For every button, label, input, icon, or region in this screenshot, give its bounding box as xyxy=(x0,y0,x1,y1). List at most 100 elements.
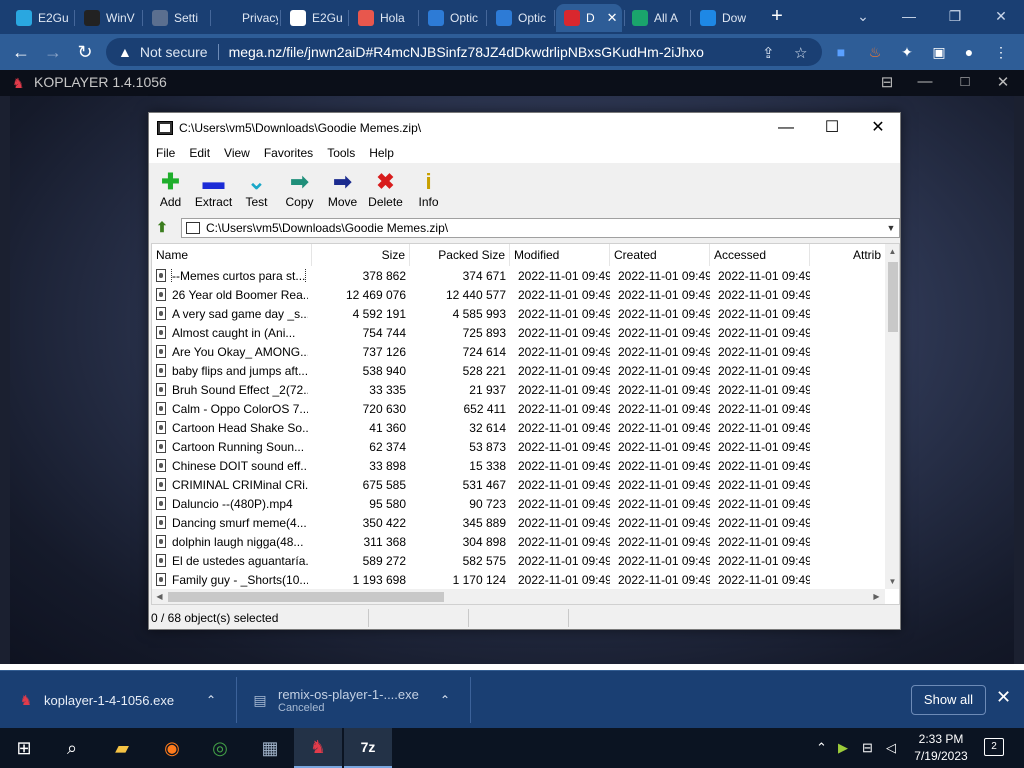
restore-button[interactable]: ❐ xyxy=(932,0,978,34)
path-combobox[interactable]: C:\Users\vm5\Downloads\Goodie Memes.zip\… xyxy=(181,218,900,238)
extension-fire-icon[interactable]: ♨ xyxy=(864,42,886,62)
network-icon[interactable]: ⊟ xyxy=(862,740,873,756)
download-item-1[interactable]: ♞ koplayer-1-4-1056.exe ⌃ xyxy=(18,679,228,721)
column-header-accessed[interactable]: Accessed xyxy=(710,244,810,266)
browser-tab[interactable]: Hola xyxy=(350,4,416,32)
tray-chevron-up-icon[interactable]: ⌃ xyxy=(816,740,827,756)
notification-center-icon[interactable]: 2 xyxy=(984,738,1004,756)
table-row[interactable]: Cartoon Head Shake So... 41 360 32 614 2022… xyxy=(152,418,885,437)
search-icon[interactable]: ⌕ xyxy=(48,728,96,768)
browser-tab[interactable]: All A xyxy=(624,4,688,32)
table-row[interactable]: Are You Okay_ AMONG... 737 126 724 614 2022… xyxy=(152,342,885,361)
7zip-close-button[interactable]: ✕ xyxy=(855,117,901,139)
column-header-name[interactable]: Name xyxy=(152,244,312,266)
show-all-button[interactable]: Show all xyxy=(911,685,986,715)
browser-tab[interactable]: Optic xyxy=(420,4,484,32)
column-header-size[interactable]: Size xyxy=(312,244,410,266)
menu-help[interactable]: Help xyxy=(362,143,401,163)
table-row[interactable]: 26 Year old Boomer Rea... 12 469 076 12 44… xyxy=(152,285,885,304)
menu-edit[interactable]: Edit xyxy=(182,143,217,163)
browser-tab[interactable]: Optic xyxy=(488,4,552,32)
move-button[interactable]: ➡ Move xyxy=(321,165,364,211)
7zip-maximize-button[interactable]: ☐ xyxy=(809,117,855,139)
scroll-right-arrow-icon[interactable]: ▶ xyxy=(869,589,884,604)
extensions-puzzle-icon[interactable]: ✦ xyxy=(896,42,918,62)
chrome-icon[interactable]: ◎ xyxy=(196,728,244,768)
vertical-scrollbar[interactable]: ▲ ▼ xyxy=(885,244,899,589)
app-window-icon[interactable]: ▦ xyxy=(246,728,294,768)
close-download-bar-icon[interactable]: ✕ xyxy=(996,687,1011,708)
table-row[interactable]: Family guy - _Shorts(10... 1 193 698 1 170… xyxy=(152,570,885,589)
browser-tab[interactable]: Dow xyxy=(692,4,756,32)
browser-tab[interactable]: D ✕ xyxy=(556,4,622,32)
emulator-menu-icon[interactable]: ⊟ xyxy=(874,73,900,91)
menu-view[interactable]: View xyxy=(217,143,257,163)
table-row[interactable]: baby flips and jumps aft... 538 940 528 22… xyxy=(152,361,885,380)
7zip-minimize-button[interactable]: — xyxy=(763,117,809,139)
delete-button[interactable]: ✖ Delete xyxy=(364,165,407,211)
table-row[interactable]: Dancing smurf meme(4... 350 422 345 889 202… xyxy=(152,513,885,532)
security-label[interactable]: Not secure xyxy=(140,44,208,60)
tab-search-icon[interactable]: ⌄ xyxy=(840,0,886,34)
chevron-down-icon[interactable]: ▼ xyxy=(883,223,899,233)
reload-button[interactable]: ↻ xyxy=(72,40,98,64)
table-row[interactable]: A very sad game day _s... 4 592 191 4 585 … xyxy=(152,304,885,323)
scroll-left-arrow-icon[interactable]: ◀ xyxy=(152,589,167,604)
extract-button[interactable]: ▬ Extract xyxy=(192,165,235,211)
extension-windows-icon[interactable]: ■ xyxy=(830,42,852,62)
minimize-button[interactable]: — xyxy=(886,0,932,34)
warning-icon[interactable]: ▲ xyxy=(118,44,132,60)
chevron-up-icon[interactable]: ⌃ xyxy=(440,693,450,707)
column-header-attrib[interactable]: Attrib xyxy=(810,244,885,266)
browser-tab[interactable]: Setti xyxy=(144,4,208,32)
emulator-maximize-button[interactable]: □ xyxy=(952,73,978,90)
menu-favorites[interactable]: Favorites xyxy=(257,143,320,163)
table-row[interactable]: dolphin laugh nigga(48... 311 368 304 898 2… xyxy=(152,532,885,551)
column-header-modified[interactable]: Modified xyxy=(510,244,610,266)
side-panel-icon[interactable]: ▣ xyxy=(928,42,950,62)
table-row[interactable]: Calm - Oppo ColorOS 7... 720 630 652 411 20… xyxy=(152,399,885,418)
forward-button[interactable]: → xyxy=(40,40,66,64)
browser-tab[interactable]: E2Gu xyxy=(282,4,346,32)
menu-file[interactable]: File xyxy=(149,143,182,163)
up-folder-icon[interactable]: ⬆ xyxy=(153,219,171,237)
menu-tools[interactable]: Tools xyxy=(320,143,362,163)
download-item-2[interactable]: ▤ remix-os-player-1-....exe Canceled ⌃ xyxy=(252,679,462,721)
chevron-up-icon[interactable]: ⌃ xyxy=(206,693,216,707)
horizontal-scrollbar[interactable]: ◀ ▶ xyxy=(152,589,885,604)
profile-avatar-icon[interactable]: ● xyxy=(958,42,980,62)
table-row[interactable]: CRIMINAL CRIMinal CRi... 675 585 531 467 20… xyxy=(152,475,885,494)
test-button[interactable]: ⌄ Test xyxy=(235,165,278,211)
firefox-icon[interactable]: ◉ xyxy=(148,728,196,768)
volume-icon[interactable]: ◁ xyxy=(886,740,896,756)
table-row[interactable]: Cartoon Running Soun... 62 374 53 873 2022-… xyxy=(152,437,885,456)
browser-tab[interactable]: E2Gu xyxy=(8,4,72,32)
scroll-up-arrow-icon[interactable]: ▲ xyxy=(885,244,899,259)
back-button[interactable]: ← xyxy=(8,40,34,64)
new-tab-button[interactable]: + xyxy=(764,5,790,29)
table-row[interactable]: Almost caught in (Ani... 754 744 725 893 20… xyxy=(152,323,885,342)
emulator-close-button[interactable]: ✕ xyxy=(990,73,1016,91)
browser-tab[interactable]: Privacy er xyxy=(212,4,278,32)
horizontal-scroll-thumb[interactable] xyxy=(168,592,444,602)
7zip-taskbar-icon[interactable]: 7z xyxy=(344,728,392,768)
tray-media-icon[interactable]: ▶ xyxy=(838,740,848,756)
windows-start-icon[interactable]: ⊞ xyxy=(0,728,48,768)
path-value[interactable]: C:\Users\vm5\Downloads\Goodie Memes.zip\ xyxy=(206,221,883,235)
column-header-created[interactable]: Created xyxy=(610,244,710,266)
info-button[interactable]: i Info xyxy=(407,165,450,211)
add-button[interactable]: ✚ Add xyxy=(149,165,192,211)
copy-button[interactable]: ➡ Copy xyxy=(278,165,321,211)
column-header-packed-size[interactable]: Packed Size xyxy=(410,244,510,266)
browser-tab[interactable]: WinV xyxy=(76,4,140,32)
file-explorer-icon[interactable]: ▰ xyxy=(98,728,146,768)
table-row[interactable]: El de ustedes aguantaría... 589 272 582 57… xyxy=(152,551,885,570)
7zip-title-bar[interactable]: C:\Users\vm5\Downloads\Goodie Memes.zip\… xyxy=(149,113,900,143)
table-row[interactable]: Chinese DOIT sound eff... 33 898 15 338 202… xyxy=(152,456,885,475)
url-text[interactable]: mega.nz/file/jnwn2aiD#R4mcNJBSinfz78JZ4d… xyxy=(229,44,749,60)
menu-dots-icon[interactable]: ⋮ xyxy=(990,42,1012,62)
bookmark-star-icon[interactable]: ☆ xyxy=(794,44,807,62)
address-bar[interactable]: ▲ Not secure mega.nz/file/jnwn2aiD#R4mcN… xyxy=(106,38,822,66)
table-row[interactable]: Daluncio --(480P).mp4 95 580 90 723 2022-11… xyxy=(152,494,885,513)
tab-close-icon[interactable]: ✕ xyxy=(607,10,618,26)
